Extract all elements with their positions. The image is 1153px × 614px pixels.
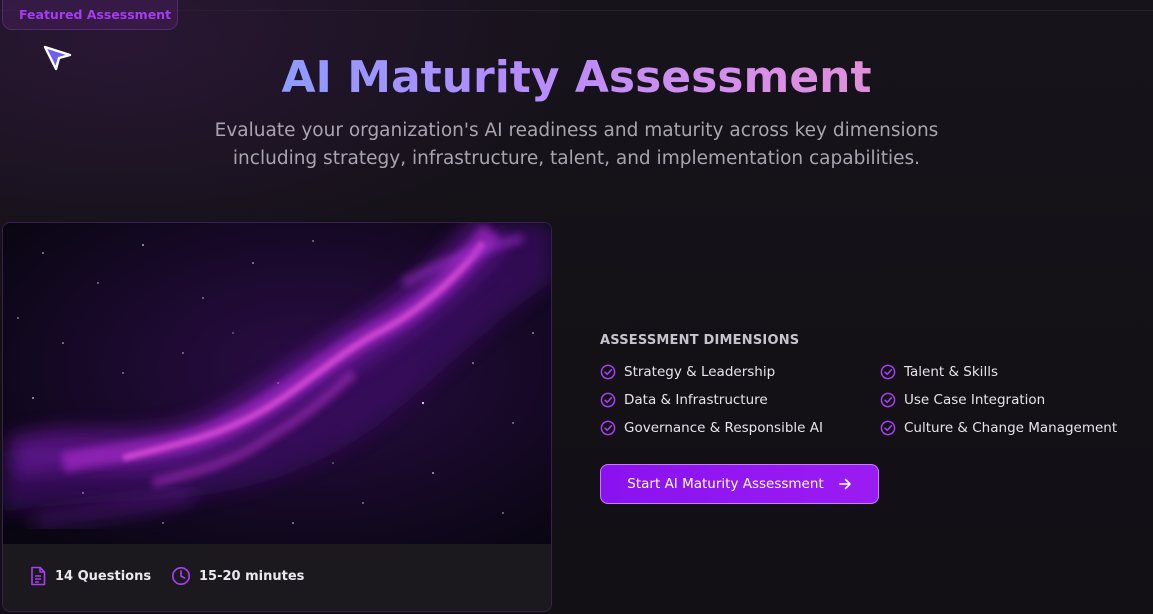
check-circle-icon <box>880 420 896 436</box>
dimension-use-case-integration: Use Case Integration <box>880 392 1045 408</box>
check-circle-icon <box>600 364 616 380</box>
dimension-label: Culture & Change Management <box>904 420 1118 436</box>
page-title: AI Maturity Assessment <box>281 52 872 103</box>
dimension-strategy-leadership: Strategy & Leadership <box>600 364 775 380</box>
assessment-page: Featured Assessment AI Maturity Assessme… <box>0 0 1153 614</box>
dimension-culture-change-management: Culture & Change Management <box>880 420 1117 436</box>
card-footer: 14 Questions 15-20 minutes <box>3 544 551 611</box>
check-circle-icon <box>880 392 896 408</box>
check-circle-icon <box>880 364 896 380</box>
dimension-governance-responsible-ai: Governance & Responsible AI <box>600 420 823 436</box>
featured-badge-label: Featured Assessment <box>19 7 172 22</box>
assessment-card: 14 Questions 15-20 minutes <box>2 222 552 612</box>
check-circle-icon <box>600 420 616 436</box>
duration-label: 15-20 minutes <box>199 568 305 584</box>
clock-icon <box>171 566 191 586</box>
start-assessment-label: Start AI Maturity Assessment <box>627 476 824 492</box>
dimension-data-infrastructure: Data & Infrastructure <box>600 392 768 408</box>
start-assessment-button[interactable]: Start AI Maturity Assessment <box>600 464 879 504</box>
dimension-label: Use Case Integration <box>904 392 1046 408</box>
document-icon <box>31 566 46 586</box>
question-count-label: 14 Questions <box>55 568 152 584</box>
dimension-label: Governance & Responsible AI <box>624 420 823 436</box>
question-count: 14 Questions <box>29 566 151 586</box>
arrow-right-icon <box>838 478 851 490</box>
estimated-duration: 15-20 minutes <box>171 566 304 586</box>
dimension-label: Talent & Skills <box>904 364 998 380</box>
check-circle-icon <box>600 392 616 408</box>
featured-badge: Featured Assessment <box>2 0 178 30</box>
dimension-talent-skills: Talent & Skills <box>880 364 998 380</box>
dimension-label: Data & Infrastructure <box>624 392 768 408</box>
dimension-label: Strategy & Leadership <box>624 364 776 380</box>
page-subtitle: Evaluate your organization's AI readines… <box>214 120 939 169</box>
dimensions-heading: ASSESSMENT DIMENSIONS <box>600 333 800 348</box>
purple-nebula-image <box>3 223 551 544</box>
